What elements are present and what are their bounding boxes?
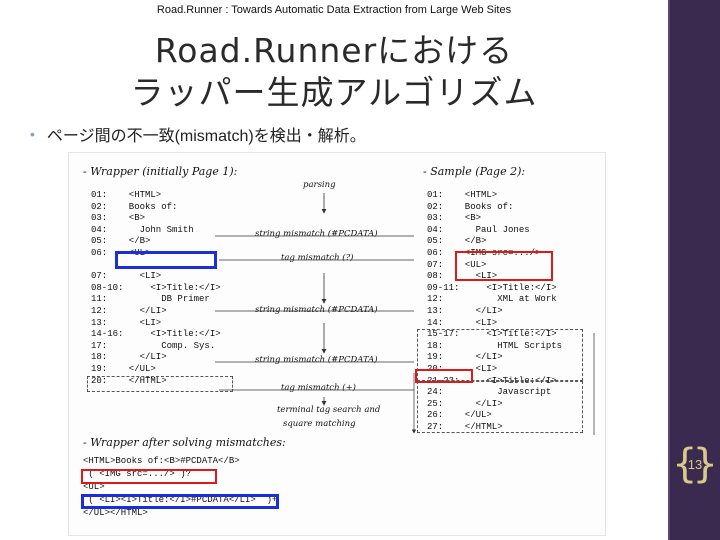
slide-title: Road.Runnerにおける ラッパー生成アルゴリズム [0, 30, 668, 114]
blue-highlight-repeat [81, 494, 279, 509]
bullet-item: • ページ間の不一致(mismatch)を検出・解析。 [30, 122, 366, 146]
page-number: { 13 } [672, 440, 718, 488]
dashed-box-sample-items-2 [417, 381, 583, 433]
red-highlight-img [455, 251, 553, 281]
dashed-box-wrapper-ul [87, 376, 233, 392]
red-highlight-li [415, 369, 473, 383]
red-highlight-optional [81, 469, 217, 484]
wrapper-figure: - Wrapper (initially Page 1): - Sample (… [68, 152, 606, 536]
title-line-2: ラッパー生成アルゴリズム [130, 73, 538, 112]
blue-highlight-ul [115, 251, 217, 269]
bullet-text: ページ間の不一致(mismatch)を検出・解析。 [46, 128, 366, 145]
title-line-1: Road.Runnerにおける [154, 31, 514, 70]
bullet-dot-icon: • [30, 126, 35, 142]
header-caption: Road.Runner : Towards Automatic Data Ext… [156, 4, 512, 16]
right-bracket-icon: } [692, 441, 718, 487]
merged-wrapper-code: <HTML>Books of:<B>#PCDATA</B> ( <IMG src… [83, 456, 278, 518]
after-title: - Wrapper after solving mismatches: [83, 436, 286, 449]
